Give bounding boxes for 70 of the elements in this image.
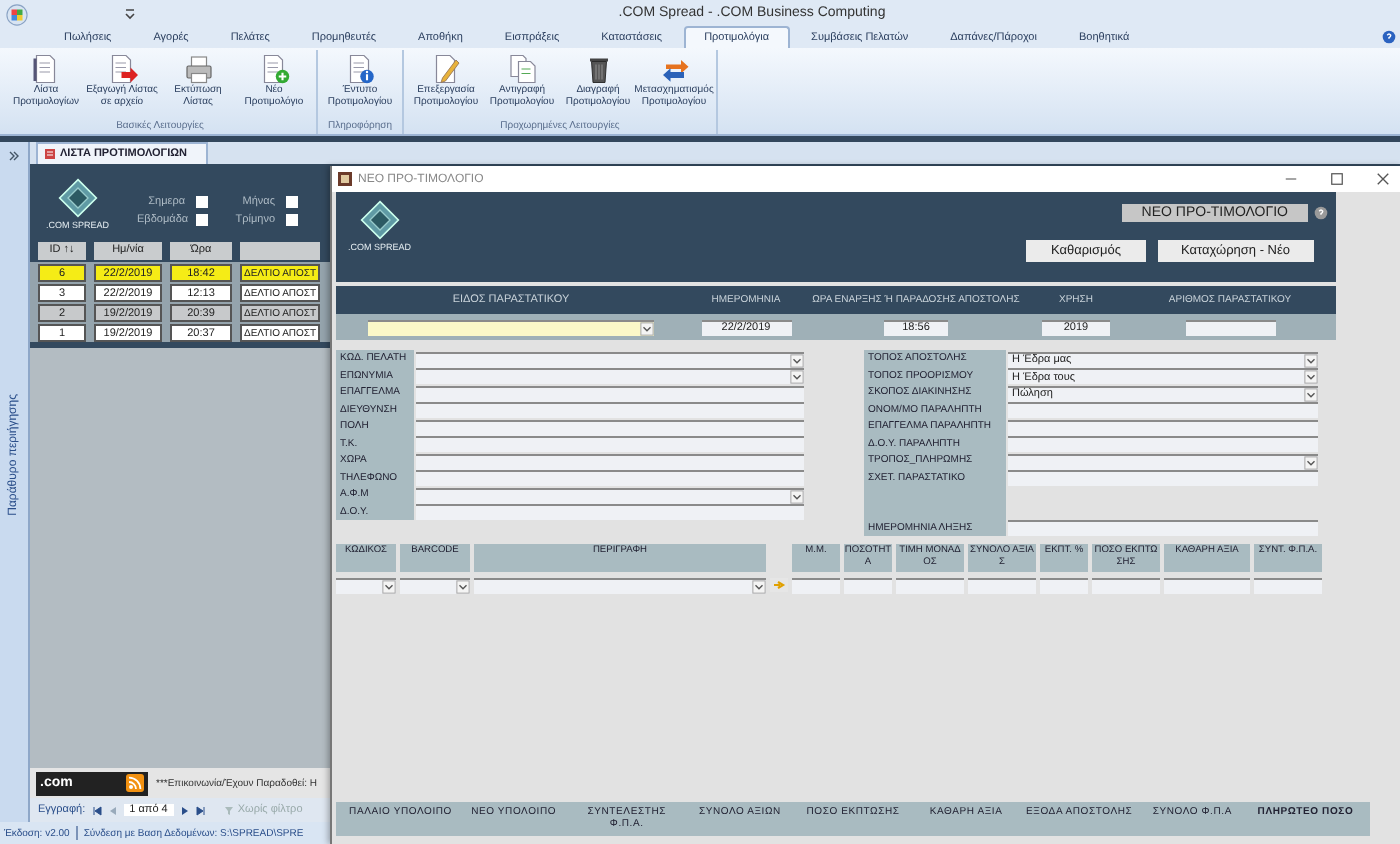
swap-arrows-icon bbox=[659, 54, 689, 84]
checkbox[interactable] bbox=[195, 214, 208, 226]
dropdown-field[interactable] bbox=[1008, 453, 1318, 469]
input-field[interactable] bbox=[1040, 578, 1088, 594]
caret-icon bbox=[1304, 455, 1318, 469]
caret-icon bbox=[1304, 370, 1318, 384]
input-field[interactable] bbox=[416, 402, 804, 418]
caret-icon bbox=[382, 580, 396, 594]
first-record-icon[interactable] bbox=[91, 805, 102, 815]
input-field[interactable] bbox=[1008, 470, 1318, 486]
input-field[interactable] bbox=[1008, 402, 1318, 418]
dropdown-field[interactable] bbox=[474, 578, 766, 594]
input-field[interactable] bbox=[416, 504, 804, 520]
dropdown-field[interactable] bbox=[416, 368, 804, 384]
input-field[interactable] bbox=[1164, 578, 1250, 594]
caret-icon bbox=[456, 580, 470, 594]
app-menu-icon[interactable] bbox=[6, 3, 28, 25]
input-field[interactable] bbox=[896, 578, 964, 594]
checkbox[interactable] bbox=[285, 214, 298, 226]
dropdown-icon[interactable] bbox=[124, 7, 136, 19]
input-field[interactable] bbox=[792, 578, 840, 594]
pencil-icon bbox=[431, 54, 461, 84]
app-icon bbox=[338, 172, 352, 186]
minimize-icon[interactable] bbox=[1284, 172, 1298, 186]
caret-icon bbox=[790, 353, 804, 367]
input-field[interactable] bbox=[1008, 419, 1318, 435]
dropdown-field[interactable] bbox=[400, 578, 470, 594]
input-field[interactable] bbox=[968, 578, 1036, 594]
input-field[interactable] bbox=[416, 436, 804, 452]
input-field[interactable] bbox=[416, 419, 804, 435]
dropdown-field[interactable] bbox=[336, 578, 396, 594]
previous-record-icon[interactable] bbox=[107, 805, 118, 815]
caret-icon bbox=[1304, 353, 1318, 367]
printer-icon bbox=[183, 54, 213, 84]
close-icon[interactable] bbox=[1376, 172, 1390, 186]
caret-icon bbox=[752, 580, 766, 594]
input-field[interactable] bbox=[1185, 319, 1275, 335]
input-field[interactable] bbox=[416, 453, 804, 469]
diamond-logo-icon bbox=[359, 200, 400, 240]
input-field[interactable] bbox=[1008, 436, 1318, 452]
checkbox[interactable] bbox=[195, 196, 208, 208]
dropdown-field[interactable] bbox=[368, 319, 654, 335]
input-field[interactable] bbox=[1254, 578, 1322, 594]
caret-icon bbox=[640, 321, 654, 335]
document-info-icon bbox=[345, 54, 375, 84]
copy-icon bbox=[507, 54, 537, 84]
help-icon[interactable] bbox=[1314, 206, 1328, 220]
caret-icon bbox=[790, 489, 804, 503]
dropdown-field[interactable] bbox=[416, 351, 804, 367]
caret-icon bbox=[1304, 387, 1318, 401]
dropdown-field[interactable] bbox=[416, 487, 804, 503]
diamond-logo-icon bbox=[57, 177, 98, 217]
insert-arrow-icon[interactable] bbox=[770, 578, 788, 592]
document-icon bbox=[31, 54, 61, 84]
next-record-icon[interactable] bbox=[179, 805, 190, 815]
list-icon bbox=[44, 148, 56, 160]
rss-icon bbox=[126, 774, 144, 792]
caret-icon bbox=[790, 370, 804, 384]
help-icon[interactable] bbox=[1382, 30, 1396, 44]
input-field[interactable] bbox=[1092, 578, 1160, 594]
maximize-icon[interactable] bbox=[1330, 172, 1344, 186]
input-field[interactable] bbox=[1008, 520, 1318, 536]
checkbox[interactable] bbox=[285, 196, 298, 208]
last-record-icon[interactable] bbox=[195, 805, 206, 815]
expand-icon[interactable] bbox=[8, 150, 20, 162]
document-plus-icon bbox=[259, 54, 289, 84]
filter-icon bbox=[223, 805, 234, 815]
input-field[interactable] bbox=[844, 578, 892, 594]
input-field[interactable] bbox=[416, 385, 804, 401]
input-field[interactable] bbox=[416, 470, 804, 486]
